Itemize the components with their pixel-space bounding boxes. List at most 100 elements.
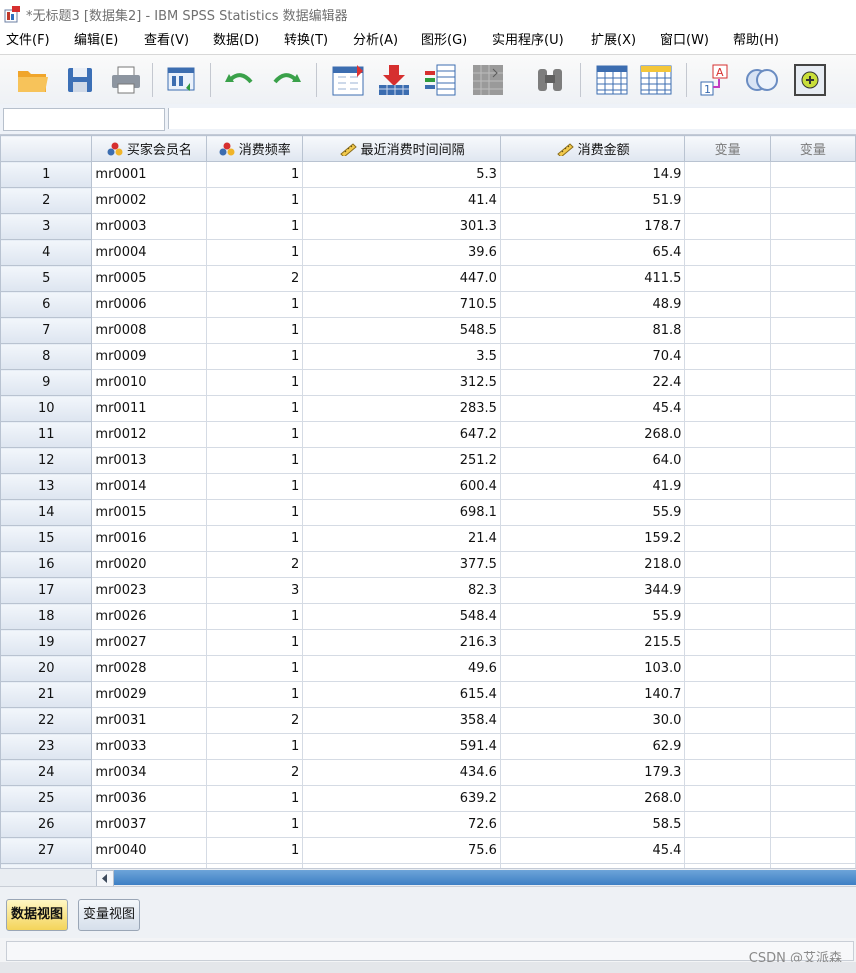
row-number[interactable]: 7: [0, 317, 93, 344]
cell-member-name[interactable]: mr0020: [91, 551, 208, 578]
menu-analyze[interactable]: 分析(A): [347, 28, 415, 54]
cell-empty[interactable]: [769, 525, 856, 552]
cell-amount[interactable]: 218.0: [499, 551, 686, 578]
row-number[interactable]: 24: [0, 759, 93, 786]
cell-frequency[interactable]: 1: [206, 343, 304, 370]
cell-empty[interactable]: [769, 837, 856, 864]
row-number[interactable]: 6: [0, 291, 93, 318]
cell-member-name[interactable]: mr0036: [91, 785, 208, 812]
use-sets-icon[interactable]: [792, 62, 828, 98]
cell-empty[interactable]: [684, 551, 771, 578]
row-number[interactable]: 23: [0, 733, 93, 760]
cell-member-name[interactable]: mr0034: [91, 759, 208, 786]
horizontal-scrollbar[interactable]: [0, 868, 856, 887]
row-number[interactable]: 12: [0, 447, 93, 474]
cell-empty[interactable]: [684, 395, 771, 422]
cell-frequency[interactable]: 2: [206, 759, 304, 786]
cell-empty[interactable]: [769, 213, 856, 240]
cell-empty[interactable]: [684, 525, 771, 552]
menu-utilities[interactable]: 实用程序(U): [486, 28, 585, 54]
cell-amount[interactable]: 103.0: [499, 655, 686, 682]
row-number[interactable]: 1: [0, 161, 93, 188]
cell-empty[interactable]: [684, 629, 771, 656]
cell-empty[interactable]: [684, 733, 771, 760]
cell-empty[interactable]: [769, 551, 856, 578]
menu-file[interactable]: 文件(F): [0, 28, 68, 54]
cell-amount[interactable]: 70.4: [499, 343, 686, 370]
column-header[interactable]: 最近消费时间间隔: [302, 135, 501, 162]
row-number[interactable]: 10: [0, 395, 93, 422]
tab-data-view[interactable]: 数据视图: [6, 899, 69, 931]
cell-recency[interactable]: 82.3: [302, 577, 501, 604]
cell-recency[interactable]: 434.6: [302, 759, 501, 786]
tab-variable-view[interactable]: 变量视图: [78, 899, 141, 931]
cell-frequency[interactable]: 1: [206, 421, 304, 448]
row-number[interactable]: 15: [0, 525, 93, 552]
cell-empty[interactable]: [769, 733, 856, 760]
redo-icon[interactable]: [268, 62, 304, 98]
cell-recency[interactable]: 75.6: [302, 837, 501, 864]
cell-member-name[interactable]: mr0040: [91, 837, 208, 864]
cell-empty[interactable]: [769, 239, 856, 266]
undo-icon[interactable]: [222, 62, 258, 98]
cell-empty[interactable]: [684, 707, 771, 734]
cell-empty[interactable]: [769, 811, 856, 838]
cell-empty[interactable]: [684, 291, 771, 318]
cell-frequency[interactable]: 1: [206, 161, 304, 188]
cell-recency[interactable]: 447.0: [302, 265, 501, 292]
cell-empty[interactable]: [769, 265, 856, 292]
cell-member-name[interactable]: mr0014: [91, 473, 208, 500]
cell-member-name[interactable]: mr0029: [91, 681, 208, 708]
cell-empty[interactable]: [684, 213, 771, 240]
cell-recency[interactable]: 548.5: [302, 317, 501, 344]
row-number[interactable]: 8: [0, 343, 93, 370]
cell-recency[interactable]: 600.4: [302, 473, 501, 500]
row-number[interactable]: 13: [0, 473, 93, 500]
cell-amount[interactable]: 62.9: [499, 733, 686, 760]
cell-empty[interactable]: [684, 187, 771, 214]
cell-amount[interactable]: 411.5: [499, 265, 686, 292]
cell-empty[interactable]: [684, 837, 771, 864]
cell-empty[interactable]: [684, 343, 771, 370]
cell-empty[interactable]: [769, 629, 856, 656]
cell-empty[interactable]: [684, 499, 771, 526]
cell-amount[interactable]: 215.5: [499, 629, 686, 656]
cell-recency[interactable]: 358.4: [302, 707, 501, 734]
cell-frequency[interactable]: 1: [206, 187, 304, 214]
cell-empty[interactable]: [769, 187, 856, 214]
cell-frequency[interactable]: 1: [206, 473, 304, 500]
open-folder-icon[interactable]: [15, 62, 51, 98]
cell-amount[interactable]: 51.9: [499, 187, 686, 214]
cell-recency[interactable]: 41.4: [302, 187, 501, 214]
cell-empty[interactable]: [769, 499, 856, 526]
cell-recency[interactable]: 647.2: [302, 421, 501, 448]
cell-empty[interactable]: [684, 473, 771, 500]
goto-case-icon[interactable]: [330, 62, 366, 98]
scroll-thumb[interactable]: [114, 870, 856, 885]
print-icon[interactable]: [108, 62, 144, 98]
cell-recency[interactable]: 615.4: [302, 681, 501, 708]
cell-value-field[interactable]: [168, 108, 856, 129]
cell-frequency[interactable]: 1: [206, 213, 304, 240]
cell-recency[interactable]: 698.1: [302, 499, 501, 526]
cell-recency[interactable]: 639.2: [302, 785, 501, 812]
cell-recency[interactable]: 377.5: [302, 551, 501, 578]
cell-frequency[interactable]: 3: [206, 577, 304, 604]
cell-recency[interactable]: 3.5: [302, 343, 501, 370]
cell-frequency[interactable]: 1: [206, 525, 304, 552]
corner-cell[interactable]: [0, 135, 93, 162]
cell-member-name[interactable]: mr0037: [91, 811, 208, 838]
cell-empty[interactable]: [769, 759, 856, 786]
insert-variable-icon[interactable]: [638, 62, 674, 98]
cell-amount[interactable]: 55.9: [499, 603, 686, 630]
cell-frequency[interactable]: 1: [206, 837, 304, 864]
cell-empty[interactable]: [769, 161, 856, 188]
cell-empty[interactable]: [769, 785, 856, 812]
cell-empty[interactable]: [684, 421, 771, 448]
cell-recency[interactable]: 216.3: [302, 629, 501, 656]
cell-member-name[interactable]: mr0016: [91, 525, 208, 552]
cell-empty[interactable]: [684, 161, 771, 188]
save-icon[interactable]: [62, 62, 98, 98]
column-header[interactable]: 消费频率: [206, 135, 304, 162]
row-number[interactable]: 26: [0, 811, 93, 838]
